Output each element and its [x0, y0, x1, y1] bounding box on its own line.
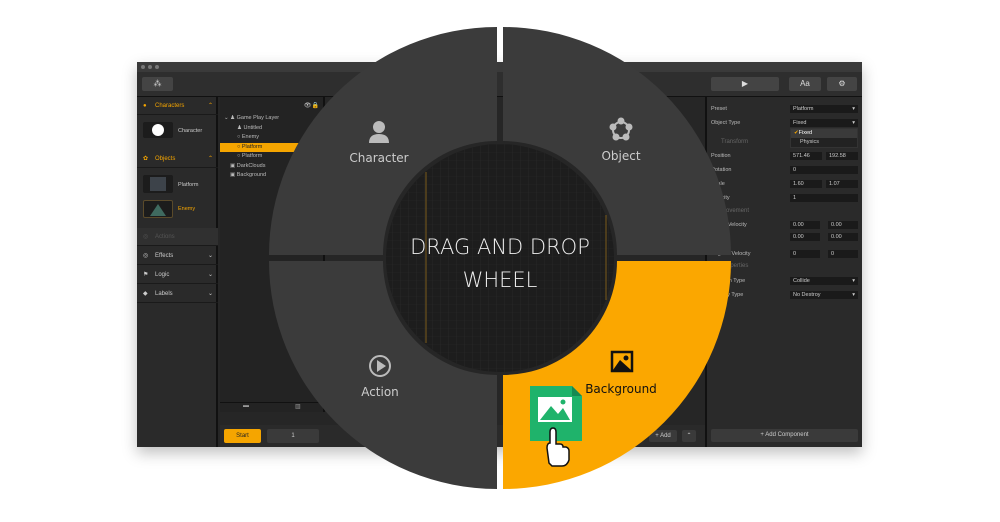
segment-label-background: Background — [585, 382, 657, 396]
segment-label-object: Object — [601, 149, 640, 163]
segment-label-character: Character — [349, 151, 408, 165]
wheel-title-line1: DRAG AND DROP — [410, 235, 590, 259]
segment-label-action: Action — [361, 385, 399, 399]
drag-drop-wheel: DRAG AND DROP WHEEL Character Object Act… — [269, 27, 731, 489]
wheel-title-line2: WHEEL — [463, 268, 538, 292]
